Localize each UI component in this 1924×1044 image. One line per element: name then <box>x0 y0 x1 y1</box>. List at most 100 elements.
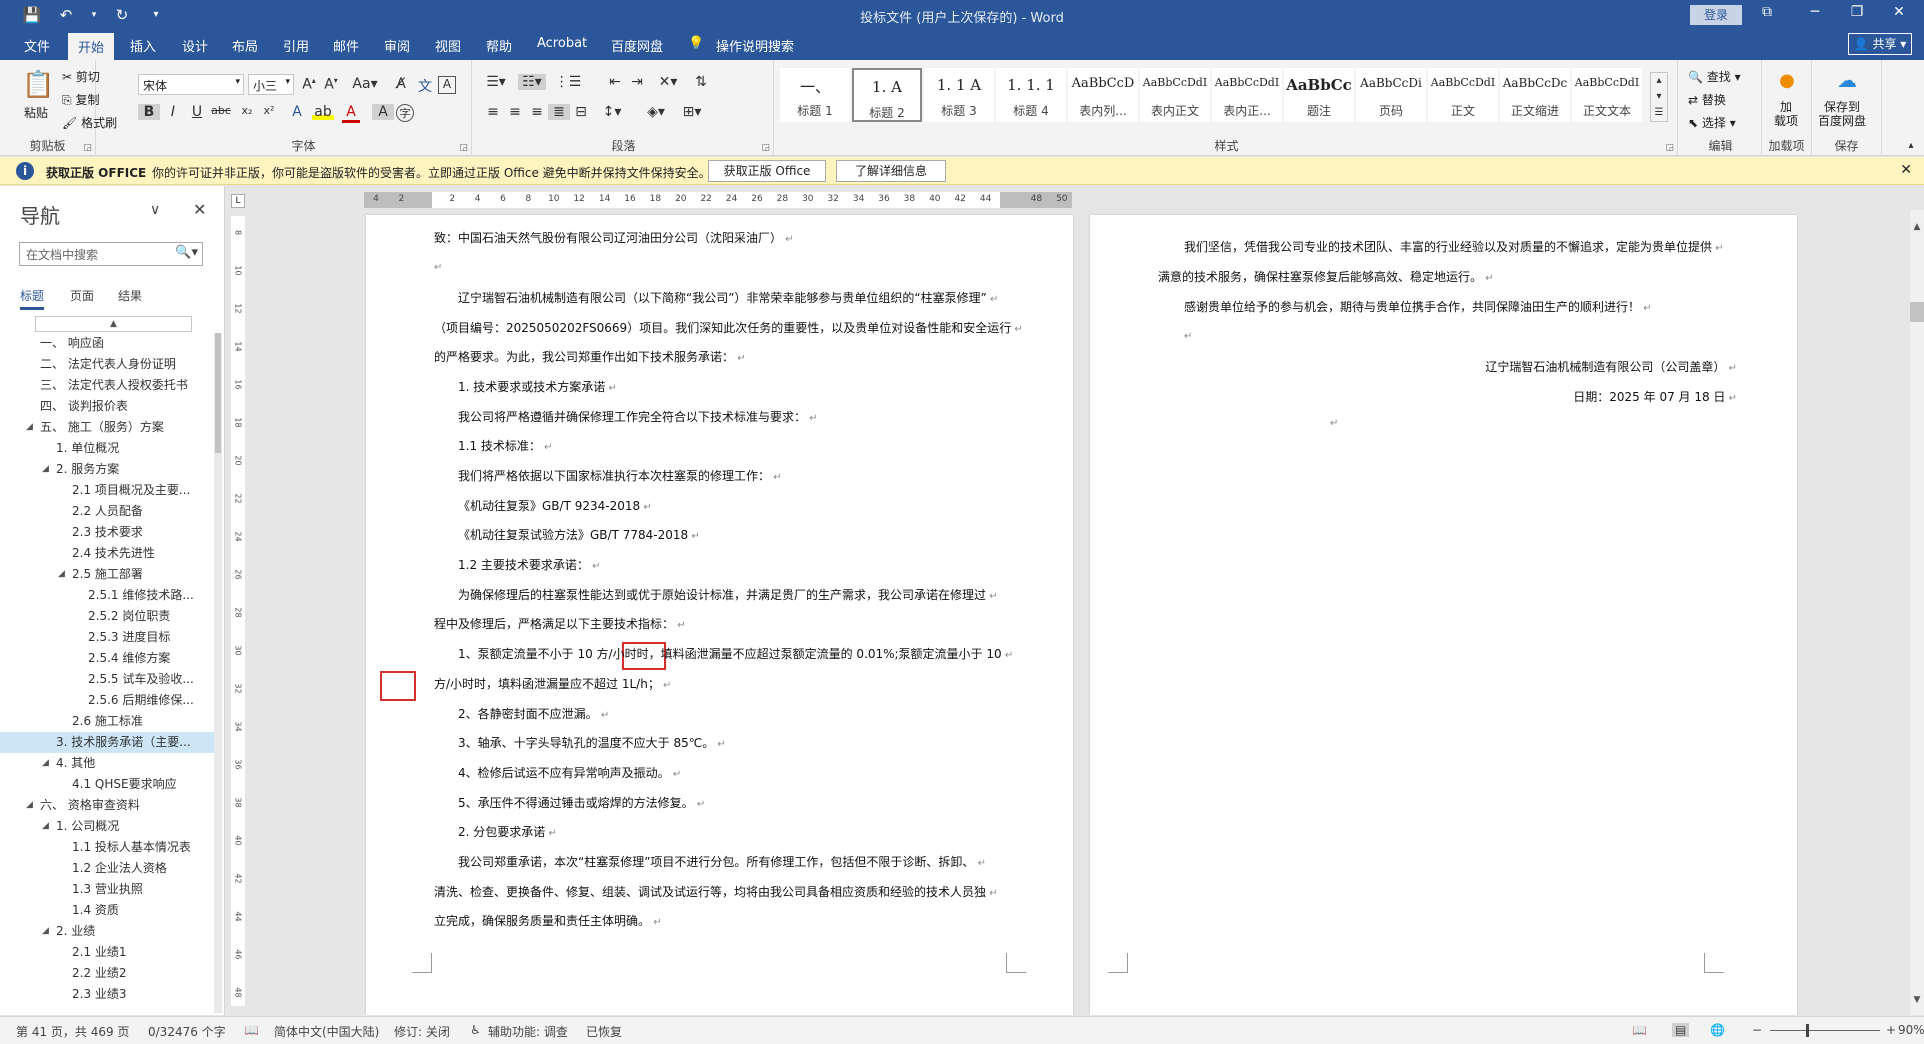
tab-baidu[interactable]: 百度网盘 <box>611 36 663 55</box>
shrink-font-icon[interactable]: A▾ <box>320 76 342 93</box>
find-button[interactable]: 🔍 查找 ▾ <box>1688 68 1741 85</box>
style-table-body[interactable]: AaBbCcDdI 表内正文 <box>1140 68 1210 122</box>
language[interactable]: 简体中文(中国大陆) <box>274 1023 379 1040</box>
numbering-icon[interactable]: ☷▾ <box>518 74 546 90</box>
read-mode-icon[interactable]: 📖 <box>1632 1023 1647 1037</box>
nav-heading-item[interactable]: 2.3 业绩3 <box>0 984 222 1005</box>
search-icon[interactable]: 🔍▾ <box>175 245 198 260</box>
nav-heading-item[interactable]: ◢ 4. 其他 <box>0 753 222 774</box>
align-center-icon[interactable]: ≡ <box>504 104 526 120</box>
nav-heading-item[interactable]: 2.4 技术先进性 <box>0 543 222 564</box>
word-count[interactable]: 0/32476 个字 <box>148 1023 226 1040</box>
phonetic-guide-icon[interactable]: 文 <box>414 76 436 96</box>
nav-heading-item[interactable]: 2.3 技术要求 <box>0 522 222 543</box>
style-table-column[interactable]: AaBbCcD 表内列... <box>1068 68 1138 122</box>
style-table-body-2[interactable]: AaBbCcDdI 表内正... <box>1212 68 1282 122</box>
nav-tab-pages[interactable]: 页面 <box>70 287 94 304</box>
tab-design[interactable]: 设计 <box>182 36 208 55</box>
style-page-number[interactable]: AaBbCcDi 页码 <box>1356 68 1426 122</box>
style-heading-2[interactable]: 1. A 标题 2 <box>852 68 922 122</box>
addins-button[interactable]: 加 载项 <box>1774 100 1798 128</box>
character-shading-icon[interactable]: A <box>372 104 394 120</box>
tab-review[interactable]: 审阅 <box>384 36 410 55</box>
font-color-icon[interactable]: A <box>342 104 360 123</box>
minimize-button[interactable]: ─ <box>1800 4 1830 20</box>
addins-icon[interactable]: ● <box>1776 70 1798 91</box>
nav-heading-item[interactable]: 2.5.4 维修方案 <box>0 648 222 669</box>
nav-scrollbar[interactable] <box>214 333 222 1013</box>
get-genuine-button[interactable]: 获取正版 Office <box>708 160 826 182</box>
collapse-ribbon-icon[interactable]: ▴ <box>1900 140 1922 151</box>
nav-heading-item[interactable]: ◢ 五、 施工（服务）方案 <box>0 417 222 438</box>
zoom-out-icon[interactable]: − <box>1752 1023 1762 1037</box>
bold-icon[interactable]: B <box>138 104 160 120</box>
strikethrough-icon[interactable]: abc <box>210 104 232 117</box>
expand-triangle-icon[interactable]: ◢ <box>42 459 49 480</box>
accessibility-status[interactable]: 辅助功能: 调查 <box>488 1023 568 1040</box>
zoom-slider[interactable] <box>1770 1030 1880 1031</box>
learn-more-button[interactable]: 了解详细信息 <box>836 160 946 182</box>
clipboard-launcher-icon[interactable]: ◲ <box>83 143 92 153</box>
nav-heading-item[interactable]: ◢ 2.5 施工部署 <box>0 564 222 585</box>
document-page-1[interactable]: 致：中国石油天然气股份有限公司辽河油田分公司（沈阳采油厂） ↵ ↵ 辽宁瑞智石油机… <box>366 215 1073 1015</box>
print-layout-icon[interactable]: ▤ <box>1672 1023 1690 1037</box>
close-icon[interactable]: ✕ <box>1900 162 1912 178</box>
increase-indent-icon[interactable]: ⇥ <box>626 74 648 90</box>
tab-acrobat[interactable]: Acrobat <box>537 36 587 51</box>
nav-tab-results[interactable]: 结果 <box>118 287 142 304</box>
expand-triangle-icon[interactable]: ◢ <box>26 417 33 438</box>
expand-triangle-icon[interactable]: ◢ <box>42 816 49 837</box>
login-button[interactable]: 登录 <box>1690 5 1742 25</box>
nav-heading-item[interactable]: 1.1 投标人基本情况表 <box>0 837 222 858</box>
bullets-icon[interactable]: ☰▾ <box>482 74 510 90</box>
nav-heading-item[interactable]: 1. 单位概况 <box>0 438 222 459</box>
scroll-up-icon[interactable]: ▲ <box>1910 222 1924 232</box>
line-spacing-icon[interactable]: ↕▾ <box>598 104 626 120</box>
nav-heading-item[interactable]: ◢ 六、 资格审查资料 <box>0 795 222 816</box>
tab-layout[interactable]: 布局 <box>232 36 258 55</box>
collapse-headings-bar[interactable]: ▲ <box>35 316 192 332</box>
style-heading-3[interactable]: 1. 1 A 标题 3 <box>924 68 994 122</box>
nav-heading-item[interactable]: 2.2 业绩2 <box>0 963 222 984</box>
nav-scroll-thumb[interactable] <box>215 333 221 453</box>
close-button[interactable]: ✕ <box>1884 4 1914 20</box>
zoom-level[interactable]: 90% <box>1898 1023 1924 1037</box>
nav-tab-headings[interactable]: 标题 <box>20 287 45 310</box>
expand-triangle-icon[interactable]: ◢ <box>42 753 49 774</box>
highlight-icon[interactable]: ab <box>312 104 334 120</box>
nav-search-input[interactable]: 在文档中搜索 🔍▾ <box>19 242 203 266</box>
tab-file[interactable]: 文件 <box>24 36 50 55</box>
copy-button[interactable]: ⎘ 复制 <box>62 91 99 108</box>
sort-icon[interactable]: ⇅ <box>690 74 712 90</box>
baidu-cloud-icon[interactable]: ☁ <box>1834 68 1860 92</box>
superscript-icon[interactable]: x² <box>258 104 280 117</box>
enclose-characters-icon[interactable]: 字 <box>396 104 414 122</box>
nav-heading-item[interactable]: 1.2 企业法人资格 <box>0 858 222 879</box>
cut-button[interactable]: ✂ 剪切 <box>62 68 100 85</box>
shading-icon[interactable]: ◈▾ <box>642 104 670 120</box>
paragraph-launcher-icon[interactable]: ◲ <box>761 143 770 153</box>
expand-triangle-icon[interactable]: ◢ <box>58 564 65 585</box>
nav-heading-item[interactable]: 2.5.1 维修技术路... <box>0 585 222 606</box>
style-caption[interactable]: AaBbCc 题注 <box>1284 68 1354 122</box>
tab-home[interactable]: 开始 <box>68 33 115 60</box>
nav-heading-item[interactable]: 2.5.2 岗位职责 <box>0 606 222 627</box>
decrease-indent-icon[interactable]: ⇤ <box>604 74 626 90</box>
font-name-select[interactable]: 宋体 ▾ <box>138 74 244 95</box>
text-effects-icon[interactable]: A <box>286 104 308 120</box>
underline-icon[interactable]: U <box>186 104 208 120</box>
document-page-2[interactable]: 我们坚信，凭借我公司专业的技术团队、丰富的行业经验以及对质量的不懈追求，定能为贵… <box>1090 215 1797 1015</box>
scroll-down-icon[interactable]: ▼ <box>1910 995 1924 1005</box>
replace-button[interactable]: ⇄ 替换 <box>1688 91 1726 108</box>
expand-triangle-icon[interactable]: ◢ <box>26 795 33 816</box>
nav-heading-item[interactable]: 3. 技术服务承诺（主要... <box>0 732 222 753</box>
nav-heading-item[interactable]: 2.1 项目概况及主要... <box>0 480 222 501</box>
nav-heading-item[interactable]: ◢ 2. 服务方案 <box>0 459 222 480</box>
italic-icon[interactable]: I <box>162 104 184 120</box>
ribbon-display-options-icon[interactable]: ⧉ <box>1752 4 1782 20</box>
zoom-slider-thumb[interactable] <box>1806 1024 1809 1037</box>
horizontal-ruler[interactable]: 4 2 2 4 6 8 10 12 14 16 18 20 22 24 26 28 30 32 34 36 38 40 42… <box>364 192 1072 208</box>
tab-insert[interactable]: 插入 <box>130 36 156 55</box>
style-heading-4[interactable]: 1. 1. 1 标题 4 <box>996 68 1066 122</box>
clear-formatting-icon[interactable]: A̸ <box>390 76 412 92</box>
